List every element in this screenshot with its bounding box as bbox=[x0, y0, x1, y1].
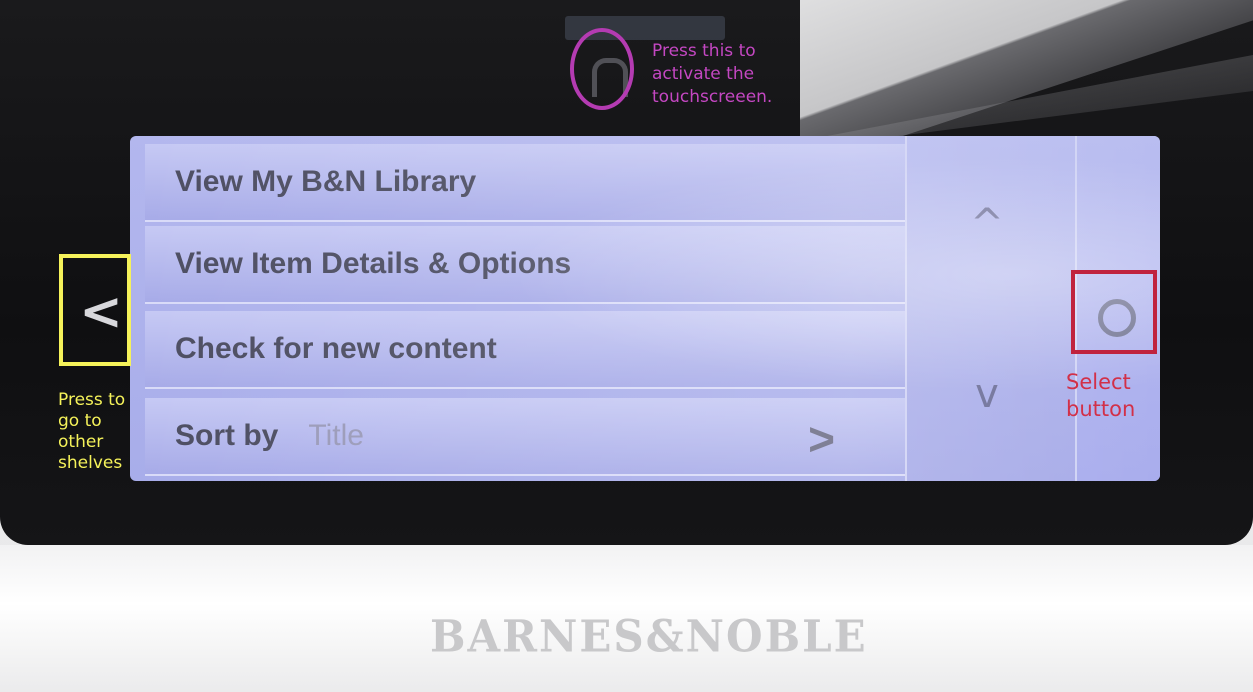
annotation-select-highlight bbox=[1071, 270, 1157, 354]
menu-item-label: View Item Details & Options bbox=[175, 247, 572, 280]
menu-item-label: Sort by bbox=[175, 419, 279, 452]
scroll-column: ^ v bbox=[905, 136, 1077, 481]
scroll-down-button[interactable]: v bbox=[947, 364, 1027, 424]
brand-logo: BARNES&NOBLE bbox=[430, 610, 868, 663]
annotation-select-text: Select button bbox=[1066, 370, 1136, 421]
scroll-up-button[interactable]: ^ bbox=[947, 194, 1027, 254]
menu-item-view-library[interactable]: View My B&N Library bbox=[145, 144, 905, 222]
menu-item-item-details[interactable]: View Item Details & Options bbox=[145, 226, 905, 304]
menu-item-check-content[interactable]: Check for new content bbox=[145, 311, 905, 389]
options-menu: View My B&N Library View Item Details & … bbox=[130, 136, 905, 481]
chevron-right-icon: > bbox=[808, 413, 835, 465]
menu-item-sort-by[interactable]: Sort by Title > bbox=[145, 398, 905, 476]
device-photo: < View My B&N Library View Item Details … bbox=[0, 0, 1253, 692]
annotation-back-highlight bbox=[59, 254, 131, 366]
sort-value: Title bbox=[308, 419, 364, 452]
menu-item-label: View My B&N Library bbox=[175, 165, 477, 198]
touchscreen: View My B&N Library View Item Details & … bbox=[130, 136, 1160, 481]
menu-item-label: Check for new content bbox=[175, 332, 497, 365]
annotation-home-highlight bbox=[570, 28, 634, 110]
annotation-home-text: Press this to activate the touchscreeen. bbox=[652, 41, 773, 107]
annotation-back-text: Press to go to other shelves bbox=[58, 390, 126, 473]
